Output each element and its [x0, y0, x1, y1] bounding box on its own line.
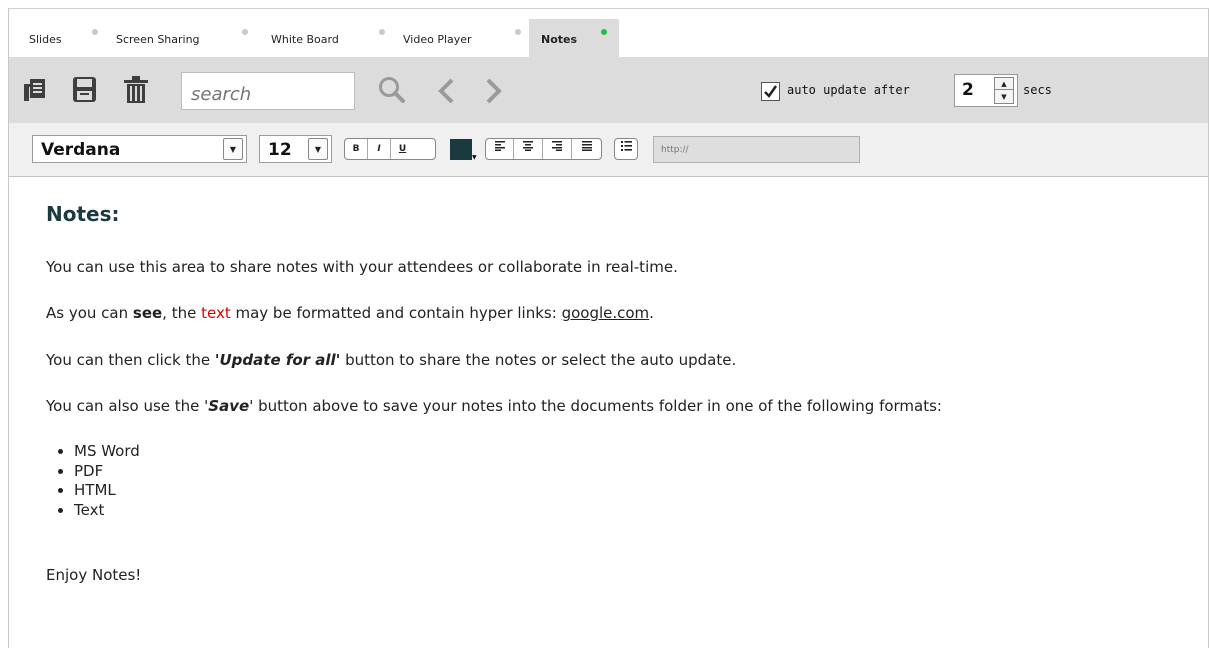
align-center-icon: [523, 141, 533, 151]
tab-status-dot: [601, 29, 607, 35]
copy-icon[interactable]: [24, 79, 46, 107]
font-size-value: 12: [268, 140, 292, 160]
text-style-group: B I U: [344, 138, 436, 160]
bold-italic-text: 'Update for all': [214, 351, 341, 369]
notes-editor[interactable]: Notes: You can use this area to share no…: [9, 178, 1208, 648]
bold-button[interactable]: B: [345, 139, 368, 159]
hyperlink-url-input[interactable]: [653, 136, 860, 163]
tab-status-dot: [242, 29, 248, 35]
save-icon[interactable]: [73, 77, 96, 106]
next-icon[interactable]: [485, 77, 503, 109]
tab-notes[interactable]: Notes: [529, 19, 619, 57]
tab-white-board[interactable]: White Board: [259, 19, 391, 57]
align-justify-icon: [581, 141, 592, 151]
text-run: may be formatted and contain hyper links…: [230, 304, 562, 322]
text-run: You can then click the: [46, 351, 215, 369]
underline-button[interactable]: U: [391, 139, 414, 159]
auto-update-interval-stepper[interactable]: 2 ▲ ▼: [954, 74, 1018, 107]
notes-toolbar: auto update after 2 ▲ ▼ secs: [9, 57, 1208, 123]
tab-label: White Board: [271, 33, 339, 46]
paragraph-closing: Enjoy Notes!: [46, 566, 142, 584]
auto-update-checkbox[interactable]: [761, 82, 780, 101]
chevron-down-icon[interactable]: ▼: [223, 138, 243, 160]
tab-label: Video Player: [403, 33, 472, 46]
search-input[interactable]: [181, 72, 355, 110]
italic-button[interactable]: I: [368, 139, 391, 159]
tab-bar: Slides Screen Sharing White Board Video …: [9, 9, 1208, 57]
font-family-value: Verdana: [41, 140, 121, 160]
tab-slides[interactable]: Slides: [17, 19, 100, 57]
list-item: MS Word: [74, 442, 140, 462]
red-text: text: [201, 304, 231, 322]
tab-label: Notes: [541, 33, 578, 46]
stepper-buttons: ▲ ▼: [994, 77, 1014, 104]
notes-heading: Notes:: [46, 202, 120, 226]
secs-label: secs: [1023, 83, 1052, 97]
paragraph-intro: You can use this area to share notes wit…: [46, 258, 678, 276]
tab-label: Screen Sharing: [116, 33, 200, 46]
align-justify-button[interactable]: [572, 139, 601, 159]
align-right-icon: [552, 141, 562, 151]
text-run: , the: [162, 304, 202, 322]
format-list: MS Word PDF HTML Text: [46, 442, 140, 520]
tab-status-dot: [515, 29, 521, 35]
format-toolbar: Verdana ▼ 12 ▼ B I U ▼: [9, 123, 1208, 177]
interval-value[interactable]: 2: [962, 80, 974, 100]
font-size-select[interactable]: 12 ▼: [259, 135, 332, 163]
list-item: Text: [74, 501, 140, 521]
tab-status-dot: [92, 29, 98, 35]
text-run: button to share the notes or select the …: [340, 351, 737, 369]
tab-label: Slides: [29, 33, 62, 46]
text-run: You can also use the ': [46, 397, 209, 415]
bold-italic-text: Save: [208, 397, 250, 415]
notes-panel: Slides Screen Sharing White Board Video …: [8, 8, 1209, 648]
auto-update-label: auto update after: [787, 83, 910, 97]
decrement-button[interactable]: ▼: [995, 91, 1013, 103]
search-icon[interactable]: [378, 76, 406, 108]
tab-status-dot: [379, 29, 385, 35]
paragraph-formatting: As you can see, the text may be formatte…: [46, 304, 654, 322]
bullet-list-button[interactable]: [615, 139, 637, 159]
font-family-select[interactable]: Verdana ▼: [32, 135, 247, 163]
chevron-down-icon[interactable]: ▼: [308, 138, 328, 160]
align-center-button[interactable]: [514, 139, 543, 159]
text-color-picker[interactable]: [450, 139, 472, 160]
alignment-group: [485, 138, 602, 160]
paragraph-update: You can then click the 'Update for all' …: [46, 351, 736, 369]
list-group: [614, 138, 638, 160]
bullet-list-icon: [620, 141, 632, 151]
tab-screen-sharing[interactable]: Screen Sharing: [104, 19, 254, 57]
tab-video-player[interactable]: Video Player: [391, 19, 529, 57]
google-link[interactable]: google.com: [562, 304, 650, 322]
text-run: .: [649, 304, 654, 322]
text-run: As you can: [46, 304, 133, 322]
align-right-button[interactable]: [543, 139, 572, 159]
previous-icon[interactable]: [437, 77, 455, 109]
align-left-icon: [494, 141, 505, 151]
list-item: PDF: [74, 462, 140, 482]
paragraph-save: You can also use the 'Save' button above…: [46, 397, 942, 415]
delete-icon[interactable]: [124, 76, 148, 107]
checkmark-icon: [764, 85, 778, 98]
bold-text: see: [132, 304, 163, 322]
list-item: HTML: [74, 481, 140, 501]
increment-button[interactable]: ▲: [995, 78, 1013, 90]
color-caret-icon: ▼: [472, 154, 477, 161]
text-run: ' button above to save your notes into t…: [249, 397, 942, 415]
align-left-button[interactable]: [486, 139, 514, 159]
